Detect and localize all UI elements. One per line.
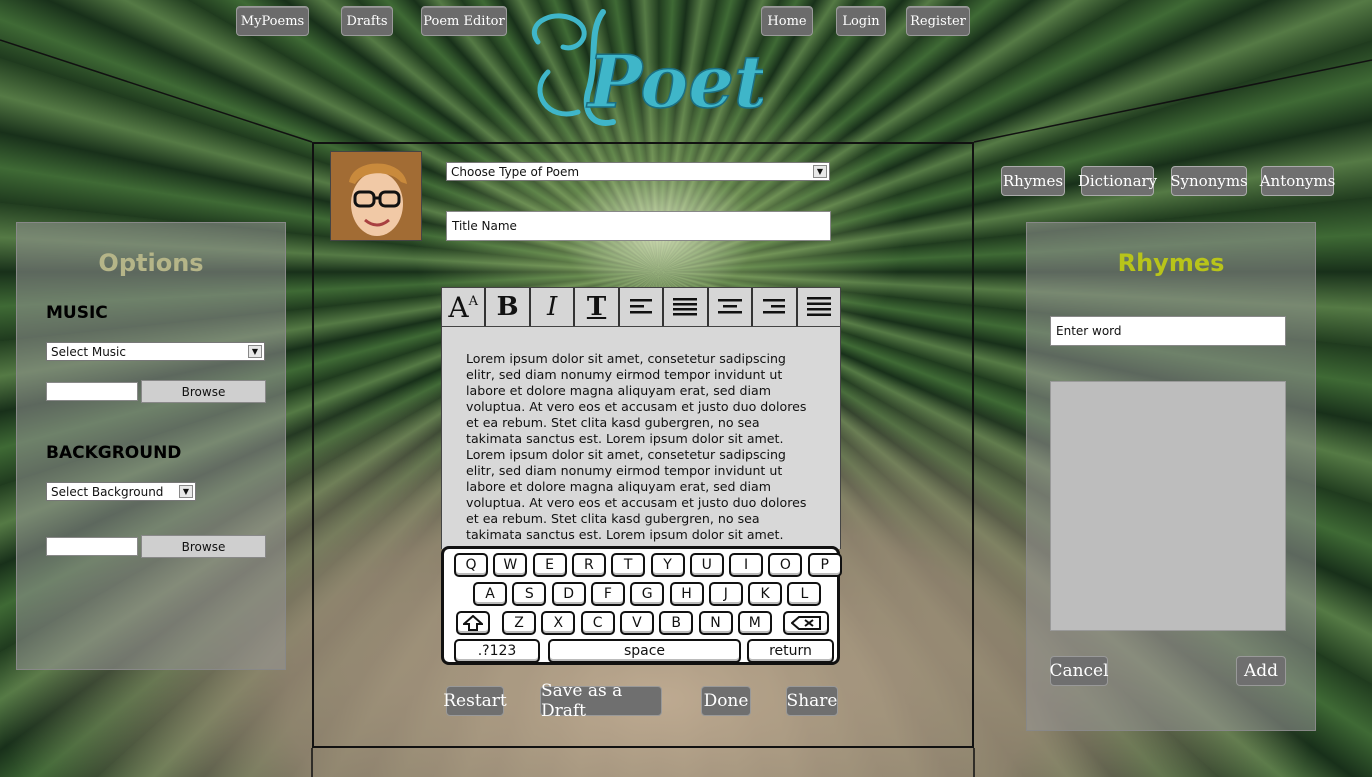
underline-icon[interactable]: T bbox=[575, 288, 620, 326]
align-right-icon[interactable] bbox=[753, 288, 798, 326]
space-key[interactable]: space bbox=[548, 639, 741, 663]
key-h[interactable]: H bbox=[669, 582, 704, 606]
align-justify-icon[interactable] bbox=[664, 288, 709, 326]
bold-icon[interactable]: B bbox=[486, 288, 531, 326]
chevron-down-icon: ▼ bbox=[179, 485, 193, 498]
key-m[interactable]: M bbox=[737, 611, 772, 635]
options-title: Options bbox=[98, 249, 204, 277]
tab-synonyms[interactable]: Synonyms bbox=[1170, 166, 1248, 196]
chevron-down-icon: ▼ bbox=[813, 165, 827, 178]
nav-register[interactable]: Register bbox=[906, 6, 970, 36]
return-key[interactable]: return bbox=[747, 639, 834, 663]
key-w[interactable]: W bbox=[493, 553, 528, 577]
poem-text-area[interactable]: Lorem ipsum dolor sit amet, consetetur s… bbox=[441, 327, 841, 549]
key-z[interactable]: Z bbox=[502, 611, 536, 635]
background-browse-button[interactable]: Browse bbox=[141, 535, 266, 558]
align-full-icon[interactable] bbox=[798, 288, 840, 326]
background-select-value: Select Background bbox=[51, 484, 164, 499]
key-p[interactable]: P bbox=[807, 553, 842, 577]
rhymes-title: Rhymes bbox=[1117, 249, 1225, 277]
key-n[interactable]: N bbox=[698, 611, 733, 635]
word-input[interactable]: Enter word bbox=[1050, 316, 1286, 346]
poetr-logo: Poetr bbox=[531, 9, 763, 126]
share-button[interactable]: Share bbox=[786, 686, 838, 716]
title-input-placeholder: Title Name bbox=[452, 219, 517, 233]
key-e[interactable]: E bbox=[532, 553, 567, 577]
background-select[interactable]: Select Background ▼ bbox=[46, 482, 196, 501]
word-input-placeholder: Enter word bbox=[1056, 324, 1122, 338]
align-center-icon[interactable] bbox=[709, 288, 754, 326]
numbers-key[interactable]: .?123 bbox=[454, 639, 540, 663]
nav-mypoems[interactable]: MyPoems bbox=[236, 6, 309, 36]
format-toolbar: AA B I T bbox=[441, 287, 841, 327]
key-f[interactable]: F bbox=[590, 582, 625, 606]
key-o[interactable]: O bbox=[768, 553, 803, 577]
poem-type-select-value: Choose Type of Poem bbox=[451, 164, 580, 179]
key-y[interactable]: Y bbox=[650, 553, 685, 577]
save-draft-button[interactable]: Save as a Draft bbox=[540, 681, 662, 721]
key-v[interactable]: V bbox=[619, 611, 654, 635]
key-b[interactable]: B bbox=[659, 611, 694, 635]
key-i[interactable]: I bbox=[729, 553, 764, 577]
key-s[interactable]: S bbox=[512, 582, 547, 606]
tab-antonyms[interactable]: Antonyms bbox=[1260, 166, 1335, 196]
tab-dictionary[interactable]: Dictionary bbox=[1078, 166, 1157, 196]
background-file-input[interactable] bbox=[46, 537, 138, 556]
add-button[interactable]: Add bbox=[1236, 656, 1286, 686]
key-a[interactable]: A bbox=[473, 582, 507, 606]
music-file-input[interactable] bbox=[46, 382, 138, 401]
key-d[interactable]: D bbox=[551, 582, 586, 606]
chevron-down-icon: ▼ bbox=[248, 345, 262, 358]
key-l[interactable]: L bbox=[787, 582, 822, 606]
options-panel: Options MUSIC Select Music ▼ Browse BACK… bbox=[16, 222, 286, 670]
music-select[interactable]: Select Music ▼ bbox=[46, 342, 265, 361]
key-k[interactable]: K bbox=[748, 582, 783, 606]
poem-body-text: Lorem ipsum dolor sit amet, consetetur s… bbox=[466, 351, 807, 542]
nav-login[interactable]: Login bbox=[836, 6, 886, 36]
backspace-key[interactable] bbox=[783, 611, 829, 635]
italic-icon[interactable]: I bbox=[531, 288, 576, 326]
key-j[interactable]: J bbox=[708, 582, 743, 606]
avatar bbox=[330, 151, 422, 241]
cancel-button[interactable]: Cancel bbox=[1049, 656, 1109, 686]
key-r[interactable]: R bbox=[571, 553, 606, 577]
nav-drafts[interactable]: Drafts bbox=[341, 6, 393, 36]
on-screen-keyboard: .?123 space return QWERTYUIOP ASDFGHJKL ZX… bbox=[441, 546, 842, 665]
nav-home[interactable]: Home bbox=[761, 6, 813, 36]
key-q[interactable]: Q bbox=[454, 553, 488, 577]
key-g[interactable]: G bbox=[630, 582, 665, 606]
done-button[interactable]: Done bbox=[701, 686, 751, 716]
key-t[interactable]: T bbox=[611, 553, 646, 577]
tab-rhymes[interactable]: Rhymes bbox=[1001, 166, 1065, 196]
poem-type-select[interactable]: Choose Type of Poem ▼ bbox=[446, 162, 830, 181]
align-left-icon[interactable] bbox=[620, 288, 665, 326]
music-label: MUSIC bbox=[46, 303, 108, 323]
restart-button[interactable]: Restart bbox=[443, 686, 507, 716]
logo-text: Poetr bbox=[586, 39, 763, 124]
key-x[interactable]: X bbox=[541, 611, 576, 635]
music-browse-button[interactable]: Browse bbox=[141, 380, 266, 403]
key-c[interactable]: C bbox=[580, 611, 615, 635]
title-input[interactable]: Title Name bbox=[446, 211, 831, 241]
background-label: BACKGROUND bbox=[46, 443, 182, 463]
shift-key[interactable] bbox=[456, 611, 490, 635]
music-select-value: Select Music bbox=[51, 344, 126, 359]
rhymes-results-list[interactable] bbox=[1050, 381, 1286, 631]
font-size-icon[interactable]: AA bbox=[442, 288, 487, 326]
key-u[interactable]: U bbox=[689, 553, 724, 577]
nav-poem-editor[interactable]: Poem Editor bbox=[421, 6, 507, 36]
